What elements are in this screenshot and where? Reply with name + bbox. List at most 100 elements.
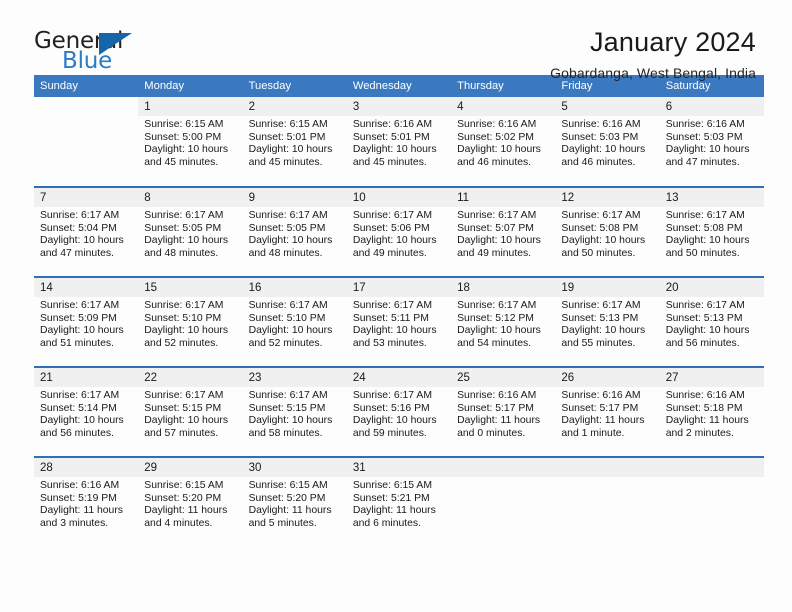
day-info-line: Sunrise: 6:17 AM: [144, 300, 224, 311]
day-info-line: Sunset: 5:12 PM: [457, 312, 534, 324]
day-cell-20[interactable]: 20 Sunrise: 6:17 AM Sunset: 5:13 PM Dayligh…: [659, 278, 764, 366]
day-cell-19[interactable]: 19 Sunrise: 6:17 AM Sunset: 5:13 PM Dayligh…: [555, 278, 660, 366]
day-info-line: and 51 minutes.: [40, 337, 114, 349]
calendar-cell: 5 Sunrise: 6:16 AM Sunset: 5:03 PM Daylight…: [555, 97, 660, 187]
calendar-cell: 22 Sunrise: 6:17 AM Sunset: 5:15 PM Dayligh…: [138, 366, 243, 457]
day-cell-17[interactable]: 17 Sunrise: 6:17 AM Sunset: 5:11 PM Dayligh…: [346, 278, 452, 366]
day-cell-9[interactable]: 9 Sunrise: 6:17 AM Sunset: 5:05 PM Daylight…: [242, 188, 347, 276]
day-sun-info: Sunrise: 6:17 AM Sunset: 5:05 PM Daylight:…: [243, 207, 347, 260]
day-number: 13: [659, 188, 764, 207]
calendar-cell: 11 Sunrise: 6:17 AM Sunset: 5:07 PM Dayligh…: [451, 186, 556, 277]
day-cell-23[interactable]: 23 Sunrise: 6:17 AM Sunset: 5:15 PM Dayligh…: [242, 368, 347, 456]
day-info-line: Sunrise: 6:17 AM: [40, 210, 120, 221]
day-sun-info: Sunrise: 6:16 AM Sunset: 5:19 PM Daylight:…: [34, 477, 138, 530]
day-cell-31[interactable]: 31 Sunrise: 6:15 AM Sunset: 5:21 PM Dayligh…: [346, 458, 452, 546]
day-cell-25[interactable]: 25 Sunrise: 6:16 AM Sunset: 5:17 PM Dayligh…: [451, 368, 556, 456]
day-cell-27[interactable]: 27 Sunrise: 6:16 AM Sunset: 5:18 PM Dayligh…: [659, 368, 764, 456]
day-info-line: Sunset: 5:13 PM: [561, 312, 639, 324]
calendar-cell: 8 Sunrise: 6:17 AM Sunset: 5:05 PM Daylight…: [138, 186, 243, 277]
day-sun-info: Sunrise: 6:17 AM Sunset: 5:08 PM Daylight:…: [660, 207, 764, 260]
day-info-line: Sunset: 5:07 PM: [457, 222, 534, 234]
day-cell-14[interactable]: 14 Sunrise: 6:17 AM Sunset: 5:09 PM Dayligh…: [34, 278, 139, 366]
day-info-line: Daylight: 10 hours: [248, 415, 333, 427]
day-info-line: Sunset: 5:10 PM: [144, 312, 222, 324]
day-info-line: Daylight: 10 hours: [352, 235, 437, 247]
day-info-line: Sunset: 5:04 PM: [40, 222, 117, 234]
day-cell-6[interactable]: 6 Sunrise: 6:16 AM Sunset: 5:03 PM Daylight…: [659, 97, 764, 185]
day-cell-18[interactable]: 18 Sunrise: 6:17 AM Sunset: 5:12 PM Dayligh…: [451, 278, 556, 366]
day-cell-10[interactable]: 10 Sunrise: 6:17 AM Sunset: 5:06 PM Dayligh…: [346, 188, 452, 276]
day-info-line: Sunset: 5:15 PM: [248, 402, 326, 414]
day-info-line: and 50 minutes.: [561, 247, 636, 259]
day-cell-3[interactable]: 3 Sunrise: 6:16 AM Sunset: 5:01 PM Daylight…: [346, 97, 452, 185]
day-info-line: Sunset: 5:05 PM: [144, 222, 222, 234]
day-info-line: Daylight: 10 hours: [352, 325, 437, 337]
day-cell-24[interactable]: 24 Sunrise: 6:17 AM Sunset: 5:16 PM Dayligh…: [346, 368, 452, 456]
day-info-line: and 45 minutes.: [352, 156, 427, 168]
day-info-line: and 5 minutes.: [248, 517, 317, 529]
day-sun-info: Sunrise: 6:16 AM Sunset: 5:18 PM Daylight:…: [660, 387, 764, 440]
calendar-body: 1 Sunrise: 6:15 AM Sunset: 5:00 PM Daylight…: [34, 97, 764, 547]
day-info-line: Sunrise: 6:17 AM: [248, 210, 328, 221]
calendar-cell: [34, 97, 138, 187]
day-cell-22[interactable]: 22 Sunrise: 6:17 AM Sunset: 5:15 PM Dayligh…: [138, 368, 243, 456]
day-info-line: Sunrise: 6:16 AM: [40, 480, 120, 491]
day-number: 9: [242, 188, 347, 207]
day-cell-5[interactable]: 5 Sunrise: 6:16 AM Sunset: 5:03 PM Daylight…: [555, 97, 660, 185]
day-cell-12[interactable]: 12 Sunrise: 6:17 AM Sunset: 5:08 PM Dayligh…: [555, 188, 660, 276]
day-info-line: Sunset: 5:13 PM: [665, 312, 743, 324]
day-cell-15[interactable]: 15 Sunrise: 6:17 AM Sunset: 5:10 PM Dayligh…: [138, 278, 243, 366]
day-cell-26[interactable]: 26 Sunrise: 6:16 AM Sunset: 5:17 PM Dayligh…: [555, 368, 660, 456]
day-cell-empty: [659, 458, 764, 546]
day-info-line: Sunset: 5:16 PM: [352, 402, 430, 414]
day-info-line: Sunrise: 6:15 AM: [248, 480, 328, 491]
calendar-cell: [555, 456, 660, 547]
day-cell-16[interactable]: 16 Sunrise: 6:17 AM Sunset: 5:10 PM Dayligh…: [242, 278, 347, 366]
day-info-line: Sunrise: 6:17 AM: [457, 210, 537, 221]
calendar-cell: 9 Sunrise: 6:17 AM Sunset: 5:05 PM Daylight…: [242, 186, 347, 277]
day-cell-8[interactable]: 8 Sunrise: 6:17 AM Sunset: 5:05 PM Daylight…: [138, 188, 243, 276]
day-cell-28[interactable]: 28 Sunrise: 6:16 AM Sunset: 5:19 PM Dayligh…: [34, 458, 139, 546]
day-info-line: Sunrise: 6:15 AM: [352, 480, 432, 491]
day-info-line: Sunset: 5:14 PM: [40, 402, 117, 414]
day-number: 12: [555, 188, 660, 207]
day-sun-info: Sunrise: 6:17 AM Sunset: 5:07 PM Daylight:…: [451, 207, 555, 260]
calendar-week-row: 28 Sunrise: 6:16 AM Sunset: 5:19 PM Dayligh…: [34, 456, 764, 547]
day-sun-info: Sunrise: 6:15 AM Sunset: 5:20 PM Daylight:…: [243, 477, 347, 530]
day-number: 29: [138, 458, 243, 477]
day-info-line: and 48 minutes.: [144, 247, 219, 259]
day-cell-4[interactable]: 4 Sunrise: 6:16 AM Sunset: 5:02 PM Daylight…: [451, 97, 556, 185]
day-cell-2[interactable]: 2 Sunrise: 6:15 AM Sunset: 5:01 PM Daylight…: [242, 97, 347, 185]
day-cell-11[interactable]: 11 Sunrise: 6:17 AM Sunset: 5:07 PM Dayligh…: [451, 188, 556, 276]
day-info-line: and 3 minutes.: [40, 517, 109, 529]
day-info-line: and 0 minutes.: [457, 427, 526, 439]
brand-logo[interactable]: General Blue: [34, 28, 164, 80]
calendar-page: General Blue January 2024 Gobardanga, We…: [0, 0, 792, 612]
calendar-cell: 14 Sunrise: 6:17 AM Sunset: 5:09 PM Dayligh…: [34, 276, 139, 367]
day-info-line: Sunrise: 6:16 AM: [665, 390, 745, 401]
calendar-week-row: 1 Sunrise: 6:15 AM Sunset: 5:00 PM Daylight…: [34, 97, 764, 187]
day-number: 27: [659, 368, 764, 387]
day-sun-info: Sunrise: 6:16 AM Sunset: 5:02 PM Daylight:…: [451, 116, 555, 169]
day-info-line: Daylight: 11 hours: [561, 415, 645, 427]
day-cell-29[interactable]: 29 Sunrise: 6:15 AM Sunset: 5:20 PM Dayligh…: [138, 458, 243, 546]
day-cell-21[interactable]: 21 Sunrise: 6:17 AM Sunset: 5:14 PM Dayligh…: [34, 368, 139, 456]
day-sun-info: Sunrise: 6:16 AM Sunset: 5:17 PM Daylight:…: [451, 387, 555, 440]
day-info-line: Sunrise: 6:15 AM: [144, 119, 224, 130]
day-cell-1[interactable]: 1 Sunrise: 6:15 AM Sunset: 5:00 PM Daylight…: [138, 97, 243, 185]
day-sun-info: Sunrise: 6:15 AM Sunset: 5:21 PM Daylight:…: [347, 477, 451, 530]
day-cell-7[interactable]: 7 Sunrise: 6:17 AM Sunset: 5:04 PM Daylight…: [34, 188, 139, 276]
day-info-line: Sunset: 5:01 PM: [248, 131, 326, 143]
day-cell-13[interactable]: 13 Sunrise: 6:17 AM Sunset: 5:08 PM Dayligh…: [659, 188, 764, 276]
day-info-line: Daylight: 10 hours: [561, 144, 646, 156]
calendar-cell: 7 Sunrise: 6:17 AM Sunset: 5:04 PM Daylight…: [34, 186, 139, 277]
day-cell-30[interactable]: 30 Sunrise: 6:15 AM Sunset: 5:20 PM Dayligh…: [242, 458, 347, 546]
day-info-line: Sunset: 5:09 PM: [40, 312, 117, 324]
calendar-cell: 24 Sunrise: 6:17 AM Sunset: 5:16 PM Dayligh…: [346, 366, 452, 457]
day-info-line: Daylight: 10 hours: [561, 235, 646, 247]
title-block: January 2024 Gobardanga, West Bengal, In…: [550, 28, 758, 82]
day-info-line: and 52 minutes.: [248, 337, 323, 349]
day-number: [659, 458, 764, 477]
day-sun-info: Sunrise: 6:17 AM Sunset: 5:15 PM Daylight:…: [243, 387, 347, 440]
day-info-line: Daylight: 10 hours: [248, 325, 333, 337]
